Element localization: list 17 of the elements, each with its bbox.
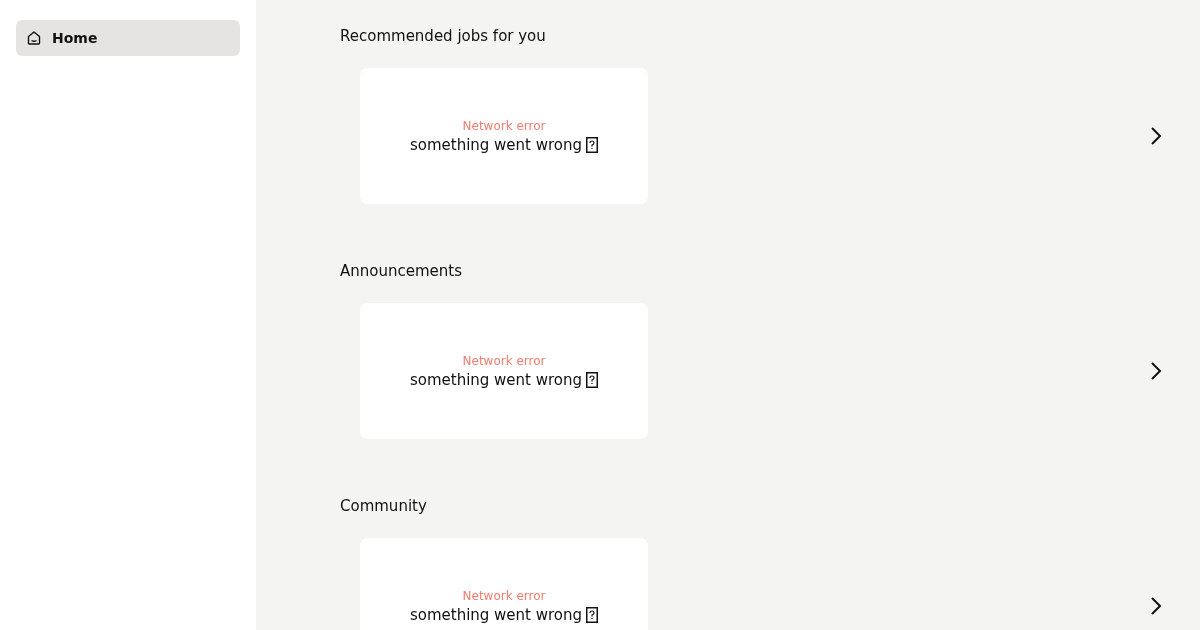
section-title: Recommended jobs for you: [340, 26, 547, 47]
missing-glyph-icon: [586, 136, 599, 153]
error-label: Network error: [462, 588, 546, 603]
section-title: Community: [340, 496, 428, 517]
chevron-right-icon[interactable]: [1150, 126, 1162, 146]
chevron-right-icon[interactable]: [1150, 596, 1162, 616]
home-icon: [26, 30, 42, 46]
error-label: Network error: [462, 118, 546, 133]
home-nav-item[interactable]: Home: [16, 20, 240, 56]
missing-glyph-icon: [586, 606, 599, 623]
chevron-right-icon[interactable]: [1150, 361, 1162, 381]
error-message: something went wrong: [409, 370, 583, 389]
error-message: something went wrong: [409, 605, 583, 624]
missing-glyph-icon: [586, 371, 599, 388]
error-label: Network error: [462, 353, 546, 368]
section-title: Announcements: [340, 261, 463, 282]
error-message: something went wrong: [409, 135, 583, 154]
